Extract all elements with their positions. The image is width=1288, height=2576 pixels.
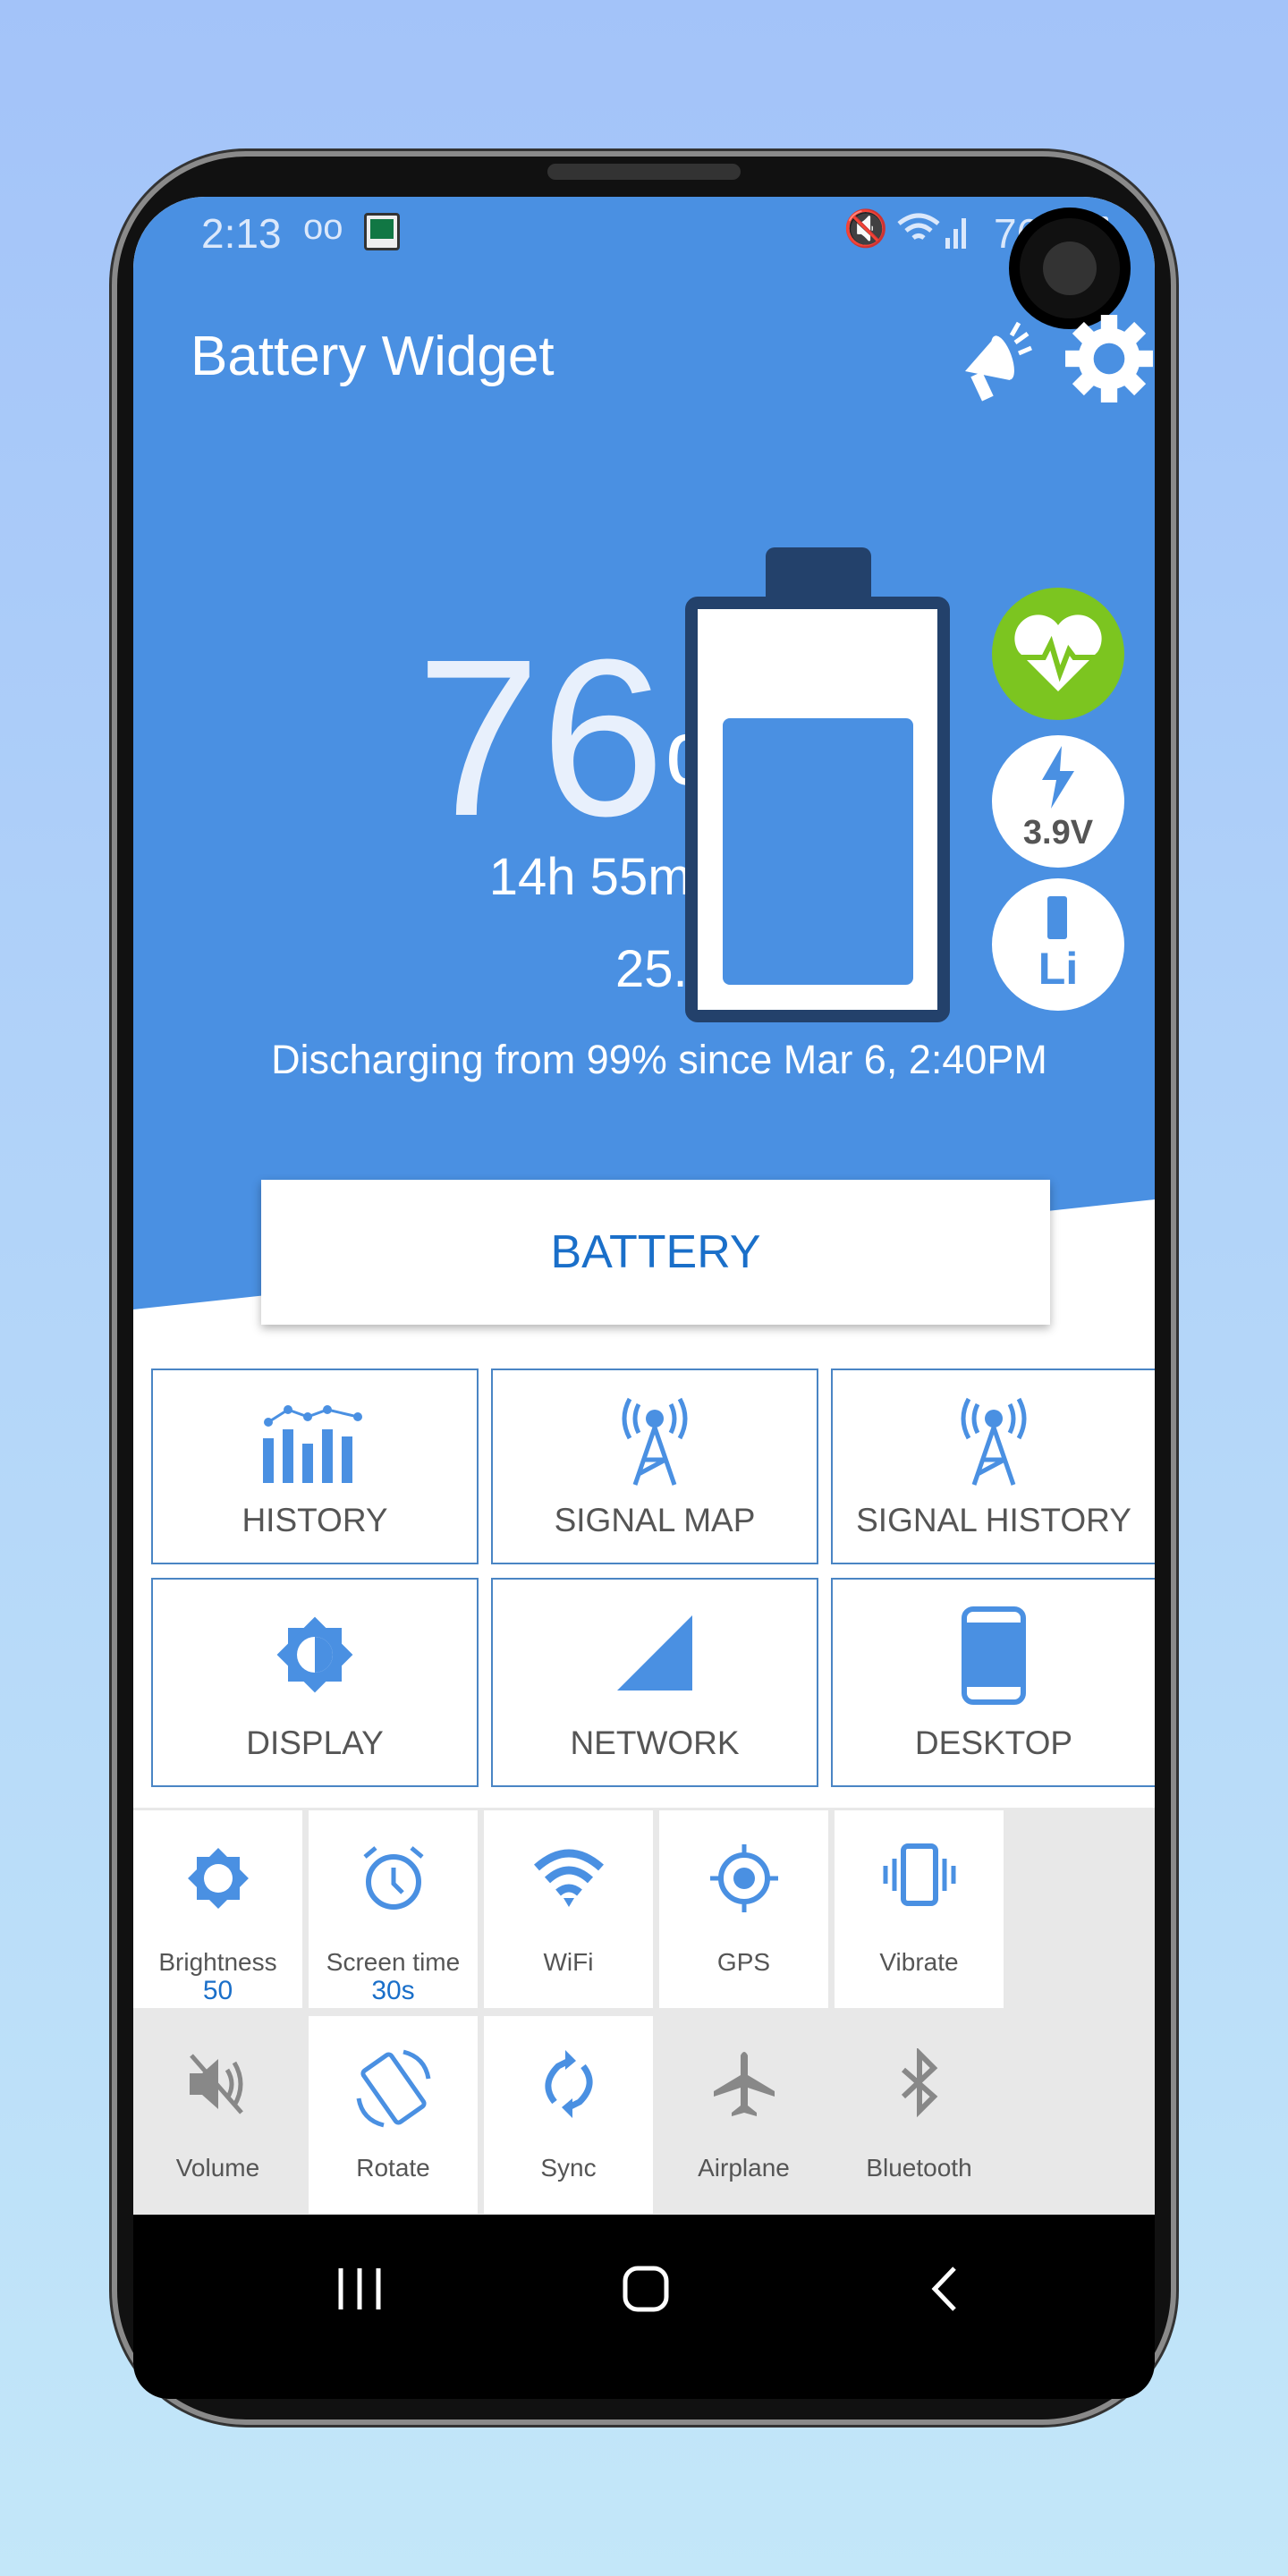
- status-time: 2:13: [201, 210, 282, 257]
- toggle-label: Brightness: [158, 1948, 277, 1976]
- airplane-toggle[interactable]: Airplane: [659, 2016, 828, 2214]
- speaker-grille: [547, 164, 741, 180]
- navigation-bar: [133, 2215, 1155, 2399]
- toggle-label: Volume: [175, 2154, 260, 2182]
- app-title: Battery Widget: [191, 326, 555, 387]
- voltage-badge[interactable]: 3.9V: [992, 735, 1124, 868]
- bar-chart-icon: [263, 1405, 362, 1483]
- rotate-toggle[interactable]: Rotate: [309, 2016, 478, 2214]
- voicemail-icon: oo: [303, 208, 343, 247]
- toggle-label: Bluetooth: [866, 2154, 972, 2182]
- cell-signal-icon: [617, 1615, 692, 1690]
- brightness-icon: [276, 1616, 353, 1693]
- megaphone-icon[interactable]: [956, 318, 1037, 407]
- discharge-status: Discharging from 99% since Mar 6, 2:40PM: [271, 1037, 1047, 1082]
- front-camera: [1009, 208, 1131, 329]
- health-badge[interactable]: [992, 588, 1124, 720]
- lightning-icon: [1042, 746, 1074, 809]
- vibrate-icon: [883, 1843, 955, 1906]
- wifi-toggle[interactable]: WiFi: [484, 1810, 653, 2008]
- gps-icon: [709, 1844, 778, 1912]
- vibrate-toggle[interactable]: Vibrate: [835, 1810, 1004, 2008]
- mute-vibrate-icon: 🔇: [843, 209, 888, 249]
- toggle-label: Sync: [540, 2154, 597, 2182]
- toggle-label: Vibrate: [879, 1948, 959, 1976]
- phone-icon: [962, 1606, 1026, 1705]
- history-tile[interactable]: HISTORY: [151, 1368, 479, 1564]
- volume-muted-icon: [189, 2054, 243, 2114]
- tile-label: SIGNAL HISTORY: [856, 1502, 1131, 1538]
- battery-small-icon: [1047, 896, 1067, 939]
- screen-time-value: 30s: [371, 1976, 415, 2005]
- recent-apps-icon[interactable]: [335, 2265, 384, 2313]
- toggle-label: GPS: [716, 1948, 771, 1976]
- battery-tab-button[interactable]: BATTERY: [261, 1180, 1050, 1325]
- tile-label: DESKTOP: [914, 1724, 1073, 1761]
- signal-map-tile[interactable]: SIGNAL MAP: [491, 1368, 818, 1564]
- monitor-app-icon: [364, 213, 400, 250]
- bluetooth-icon: [901, 2048, 937, 2118]
- tile-label: HISTORY: [242, 1502, 388, 1538]
- volume-toggle[interactable]: Volume: [133, 2016, 302, 2214]
- battery-cap: [766, 547, 871, 603]
- screen-rotation-icon: [356, 2049, 430, 2128]
- desktop-tile[interactable]: DESKTOP: [831, 1578, 1155, 1787]
- wifi-signal-icon: [897, 213, 966, 249]
- battery-body: [685, 597, 950, 1022]
- brightness-icon: [187, 1848, 249, 1909]
- toggle-label: WiFi: [543, 1948, 594, 1976]
- antenna-icon: [622, 1397, 688, 1486]
- app-screen: 2:13 oo 🔇 76% Battery Widget 76% 14h 55m…: [133, 197, 1155, 2399]
- tile-label: NETWORK: [570, 1724, 740, 1761]
- network-tile[interactable]: NETWORK: [491, 1578, 818, 1787]
- alarm-clock-icon: [362, 1846, 424, 1910]
- sync-toggle[interactable]: Sync: [484, 2016, 653, 2214]
- screen-time-toggle[interactable]: Screen time 30s: [309, 1810, 478, 2008]
- toggle-label: Airplane: [698, 2154, 790, 2182]
- percent-value: 76: [416, 613, 665, 862]
- antenna-icon: [961, 1397, 1027, 1486]
- tile-label: DISPLAY: [246, 1724, 384, 1761]
- wifi-icon: [533, 1849, 604, 1907]
- chemistry-value: Li: [1038, 944, 1079, 994]
- settings-gear-icon[interactable]: [1063, 313, 1155, 404]
- back-icon[interactable]: [928, 2265, 963, 2313]
- chemistry-badge[interactable]: Li: [992, 878, 1124, 1011]
- brightness-value: 50: [202, 1976, 233, 2005]
- display-tile[interactable]: DISPLAY: [151, 1578, 479, 1787]
- toggle-label: Screen time: [326, 1948, 461, 1976]
- bluetooth-toggle[interactable]: Bluetooth: [835, 2016, 1004, 2214]
- battery-graphic: [685, 547, 950, 1022]
- signal-history-tile[interactable]: SIGNAL HISTORY: [831, 1368, 1155, 1564]
- brightness-toggle[interactable]: Brightness 50: [133, 1810, 302, 2008]
- sync-icon: [545, 2050, 592, 2118]
- heart-pulse-icon: [1014, 614, 1102, 691]
- airplane-icon: [713, 2052, 775, 2116]
- tile-label: SIGNAL MAP: [554, 1502, 756, 1538]
- battery-level-fill: [723, 718, 913, 985]
- voltage-value: 3.9V: [1022, 814, 1094, 852]
- home-icon[interactable]: [622, 2265, 670, 2313]
- toggle-label: Rotate: [356, 2154, 430, 2182]
- gps-toggle[interactable]: GPS: [659, 1810, 828, 2008]
